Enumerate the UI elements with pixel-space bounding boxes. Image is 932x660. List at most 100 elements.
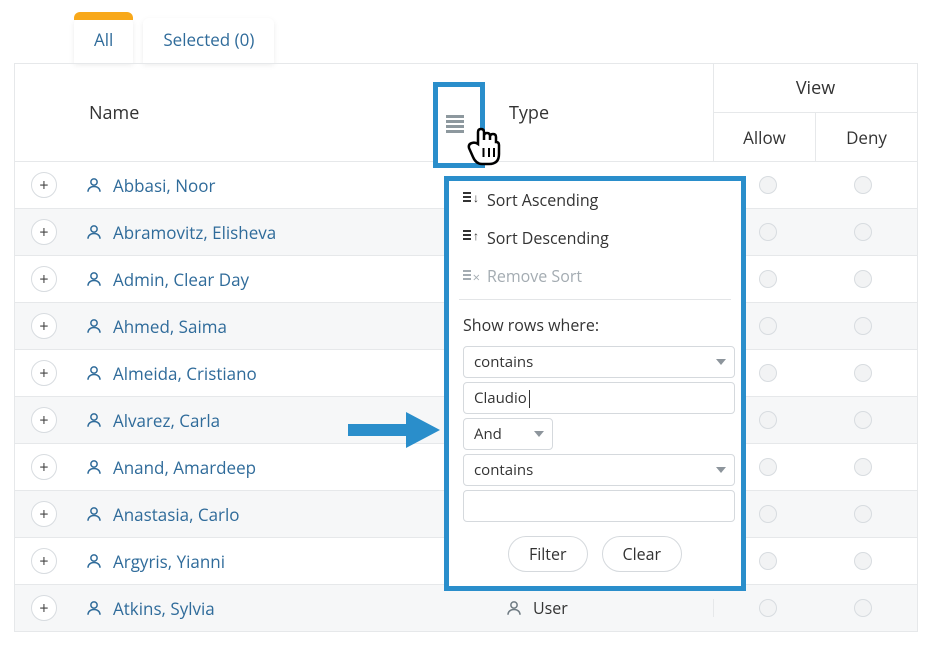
name-link[interactable]: Argyris, Yianni [113, 550, 225, 573]
allow-radio[interactable] [759, 364, 777, 382]
user-icon [505, 599, 523, 617]
name-link[interactable]: Anand, Amardeep [113, 456, 256, 479]
deny-radio[interactable] [854, 364, 872, 382]
remove-sort-icon [463, 269, 477, 283]
name-link[interactable]: Abbasi, Noor [113, 174, 215, 197]
column-name[interactable]: Name [73, 64, 493, 161]
deny-radio[interactable] [854, 223, 872, 241]
deny-radio[interactable] [854, 317, 872, 335]
user-icon [85, 176, 103, 194]
chevron-down-icon [716, 467, 726, 473]
expand-button-label: + [39, 268, 48, 290]
menu-sort-ascending[interactable]: ↓ Sort Ascending [449, 181, 741, 219]
allow-radio[interactable] [759, 223, 777, 241]
name-link[interactable]: Alvarez, Carla [113, 409, 220, 432]
expand-button[interactable]: + [31, 219, 57, 245]
menu-sort-ascending-label: Sort Ascending [487, 189, 598, 211]
expand-button[interactable]: + [31, 360, 57, 386]
name-link[interactable]: Atkins, Sylvia [113, 597, 215, 620]
chevron-down-icon [534, 431, 544, 437]
name-link[interactable]: Admin, Clear Day [113, 268, 249, 291]
allow-radio[interactable] [759, 458, 777, 476]
expand-button[interactable]: + [31, 266, 57, 292]
sort-desc-icon: ↑ [463, 230, 477, 246]
table-row: +Atkins, SylviaUser [15, 584, 917, 631]
column-allow[interactable]: Allow [714, 113, 816, 161]
tab-all[interactable]: All [74, 18, 133, 63]
user-icon [85, 458, 103, 476]
deny-radio[interactable] [854, 599, 872, 617]
user-icon [85, 505, 103, 523]
column-deny[interactable]: Deny [816, 113, 917, 161]
user-icon [85, 223, 103, 241]
user-icon [85, 552, 103, 570]
column-view[interactable]: View [714, 64, 917, 113]
deny-radio[interactable] [854, 505, 872, 523]
expand-button-label: + [39, 315, 48, 337]
filter-join[interactable]: And [463, 418, 553, 450]
filter-button[interactable]: Filter [508, 536, 588, 572]
deny-radio[interactable] [854, 270, 872, 288]
expand-button[interactable]: + [31, 172, 57, 198]
clear-button-label: Clear [623, 543, 662, 565]
expand-button-label: + [39, 597, 48, 619]
expand-button-label: + [39, 221, 48, 243]
filter-operator-1[interactable]: contains [463, 346, 735, 378]
filter-value-2[interactable] [463, 490, 735, 522]
column-type-label: Type [509, 101, 549, 125]
filter-heading: Show rows where: [449, 312, 741, 342]
expand-button-label: + [39, 409, 48, 431]
expand-button[interactable]: + [31, 548, 57, 574]
user-icon [85, 270, 103, 288]
menu-separator [459, 299, 731, 300]
expand-button[interactable]: + [31, 407, 57, 433]
column-view-group: View Allow Deny [713, 64, 917, 161]
column-type[interactable]: Type [493, 64, 713, 161]
menu-remove-sort-label: Remove Sort [487, 265, 582, 287]
user-icon [85, 364, 103, 382]
deny-radio[interactable] [854, 458, 872, 476]
user-icon [85, 317, 103, 335]
expand-button[interactable]: + [31, 313, 57, 339]
filter-operator-2[interactable]: contains [463, 454, 735, 486]
column-name-label: Name [89, 101, 139, 125]
allow-radio[interactable] [759, 317, 777, 335]
clear-button[interactable]: Clear [602, 536, 683, 572]
expand-button[interactable]: + [31, 501, 57, 527]
allow-radio[interactable] [759, 552, 777, 570]
filter-button-label: Filter [529, 543, 567, 565]
menu-sort-descending-label: Sort Descending [487, 227, 609, 249]
expand-button[interactable]: + [31, 454, 57, 480]
allow-radio[interactable] [759, 599, 777, 617]
name-link[interactable]: Anastasia, Carlo [113, 503, 240, 526]
user-icon [85, 411, 103, 429]
chevron-down-icon [716, 359, 726, 365]
allow-radio[interactable] [759, 270, 777, 288]
tab-all-label: All [94, 28, 113, 51]
menu-sort-descending[interactable]: ↑ Sort Descending [449, 219, 741, 257]
deny-radio[interactable] [854, 176, 872, 194]
allow-radio[interactable] [759, 411, 777, 429]
name-link[interactable]: Ahmed, Saima [113, 315, 227, 338]
allow-radio[interactable] [759, 176, 777, 194]
filter-value-1-text: Claudio [474, 388, 527, 408]
deny-radio[interactable] [854, 411, 872, 429]
filter-value-1[interactable]: Claudio [463, 382, 735, 414]
column-deny-label: Deny [846, 126, 887, 149]
expand-button[interactable]: + [31, 595, 57, 621]
allow-radio[interactable] [759, 505, 777, 523]
column-type-menu-handle[interactable] [433, 82, 485, 168]
filter-operator-1-value: contains [474, 352, 533, 372]
tabs-bar: All Selected (0) [0, 18, 932, 63]
name-link[interactable]: Abramovitz, Elisheva [113, 221, 276, 244]
column-view-label: View [796, 76, 835, 100]
name-link[interactable]: Almeida, Cristiano [113, 362, 257, 385]
grip-icon [446, 113, 464, 131]
text-caret-icon [529, 390, 530, 408]
filter-join-value: And [474, 424, 502, 444]
expand-button-label: + [39, 456, 48, 478]
deny-radio[interactable] [854, 552, 872, 570]
expand-button-label: + [39, 550, 48, 572]
expand-button-label: + [39, 362, 48, 384]
tab-selected[interactable]: Selected (0) [143, 18, 274, 63]
